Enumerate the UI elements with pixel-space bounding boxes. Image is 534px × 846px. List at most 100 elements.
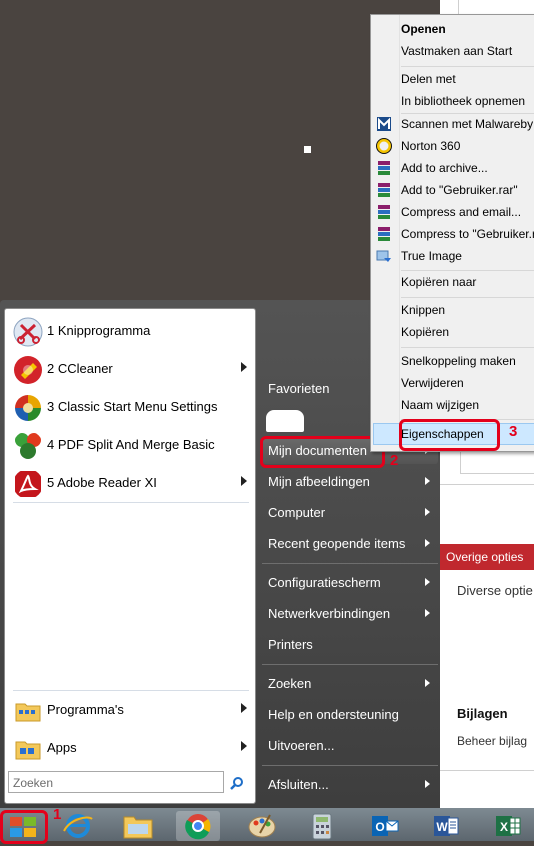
explorer-icon	[123, 816, 153, 839]
menu-item-kopieren[interactable]: Kopiëren	[401, 321, 449, 343]
item-label: Printers	[268, 637, 313, 652]
program-item-pdfsam[interactable]: 4 PDF Split And Merge Basic	[9, 427, 253, 463]
taskbar-chrome[interactable]	[176, 811, 220, 841]
divider	[262, 765, 438, 766]
user-picture	[266, 410, 304, 432]
menu-item-naam-wijzigen[interactable]: Naam wijzigen	[401, 394, 479, 416]
menu-item-compress-to[interactable]: Compress to "Gebruiker.r	[401, 223, 534, 245]
item-label: Zoeken	[268, 676, 312, 691]
program-item-classic-start-menu-settings[interactable]: 3 Classic Start Menu Settings	[9, 389, 253, 425]
divider	[440, 484, 534, 485]
item-label: Configuratiescherm	[268, 575, 381, 590]
internet-explorer-icon	[63, 814, 93, 838]
menu-item-delen-met[interactable]: Delen met	[401, 68, 456, 90]
attachments-text: Beheer bijlag	[457, 734, 528, 748]
ccleaner-icon	[14, 356, 42, 384]
taskbar-calculator[interactable]	[300, 811, 344, 841]
start-item-printers[interactable]: Printers	[262, 632, 438, 658]
menu-item-verwijderen[interactable]: Verwijderen	[401, 372, 464, 394]
submenu-arrow-icon	[425, 609, 430, 617]
divider	[13, 690, 249, 691]
start-item-computer[interactable]: Computer	[262, 500, 438, 526]
svg-text:O: O	[375, 820, 384, 834]
program-item-programmas[interactable]: Programma's	[9, 692, 253, 728]
start-item-afsluiten[interactable]: Afsluiten...	[262, 772, 438, 798]
start-item-help[interactable]: Help en ondersteuning	[262, 702, 438, 728]
taskbar-outlook[interactable]: O	[362, 811, 406, 841]
adobe-reader-icon	[15, 471, 41, 497]
start-item-uitvoeren[interactable]: Uitvoeren...	[262, 733, 438, 759]
program-label: 2 CCleaner	[47, 361, 113, 376]
taskbar-excel[interactable]: X	[486, 811, 530, 841]
item-label: Netwerkverbindingen	[268, 606, 391, 621]
program-label: 4 PDF Split And Merge Basic	[47, 437, 215, 452]
submenu-arrow-icon	[425, 539, 430, 547]
start-item-mijn-afbeeldingen[interactable]: Mijn afbeeldingen	[262, 469, 438, 495]
item-label: Recent geopende items	[268, 536, 406, 551]
context-menu: Openen Vastmaken aan Start Delen met In …	[370, 14, 534, 452]
item-label: Afsluiten...	[268, 777, 329, 792]
divider	[440, 770, 534, 771]
menu-item-add-to-rar[interactable]: Add to "Gebruiker.rar"	[401, 179, 518, 201]
winrar-icon	[378, 161, 390, 175]
calculator-icon	[312, 813, 332, 840]
divider	[262, 563, 438, 564]
submenu-arrow-icon	[425, 780, 430, 788]
malwarebytes-icon	[377, 117, 391, 131]
menu-item-bibliotheek[interactable]: In bibliotheek opnemen	[401, 90, 525, 112]
tab-overige-opties[interactable]: Overige opties	[440, 544, 534, 570]
item-label: Mijn afbeeldingen	[268, 474, 370, 489]
taskbar-internet-explorer[interactable]	[56, 811, 100, 841]
menu-item-snelkoppeling[interactable]: Snelkoppeling maken	[401, 350, 516, 372]
menu-item-compress-email[interactable]: Compress and email...	[401, 201, 521, 223]
start-item-configuratiescherm[interactable]: Configuratiescherm	[262, 570, 438, 596]
word-icon: W	[434, 816, 459, 836]
program-item-adobe-reader[interactable]: 5 Adobe Reader XI	[9, 465, 253, 501]
options-text: Diverse optie	[457, 583, 533, 598]
excel-icon: X	[496, 816, 521, 836]
divider	[262, 664, 438, 665]
menu-item-vastmaken[interactable]: Vastmaken aan Start	[401, 40, 512, 62]
item-label: Favorieten	[268, 381, 330, 396]
submenu-arrow-icon	[425, 578, 430, 586]
program-label: Apps	[47, 740, 77, 755]
item-label: Uitvoeren...	[268, 738, 335, 753]
menu-item-knippen[interactable]: Knippen	[401, 299, 445, 321]
icon-gutter	[399, 15, 400, 451]
annotation-box-3	[399, 419, 500, 451]
menu-item-kopieren-naar[interactable]: Kopiëren naar	[401, 271, 476, 293]
input-box[interactable]	[458, 0, 534, 15]
start-item-netwerkverbindingen[interactable]: Netwerkverbindingen	[262, 601, 438, 627]
start-item-zoeken[interactable]: Zoeken	[262, 671, 438, 697]
menu-item-true-image[interactable]: True Image	[401, 245, 462, 267]
program-label: 5 Adobe Reader XI	[47, 475, 157, 490]
submenu-arrow-icon	[241, 741, 247, 751]
taskbar-word[interactable]: W	[424, 811, 468, 841]
divider	[401, 347, 534, 348]
annotation-number-3: 3	[509, 423, 518, 440]
item-label: Help en ondersteuning	[268, 707, 399, 722]
submenu-arrow-icon	[241, 362, 247, 372]
program-item-apps[interactable]: Apps	[9, 730, 253, 766]
outlook-icon: O	[372, 816, 399, 836]
classic-shell-icon	[15, 395, 41, 421]
taskbar-explorer[interactable]	[116, 811, 160, 841]
annotation-number-2: 2	[390, 452, 399, 469]
program-item-knipprogramma[interactable]: 1 Knipprogramma	[9, 313, 253, 349]
menu-item-scannen[interactable]: Scannen met Malwareby	[401, 113, 533, 135]
program-item-ccleaner[interactable]: 2 CCleaner	[9, 351, 253, 387]
menu-item-add-archive[interactable]: Add to archive...	[401, 157, 488, 179]
program-label: 1 Knipprogramma	[47, 323, 151, 338]
attachments-heading: Bijlagen	[457, 706, 508, 721]
submenu-arrow-icon	[425, 679, 430, 687]
svg-text:X: X	[500, 820, 508, 834]
pdfsam-icon	[15, 433, 41, 459]
start-item-recent[interactable]: Recent geopende items	[262, 531, 438, 557]
paint-icon	[248, 814, 276, 838]
menu-item-norton[interactable]: Norton 360	[401, 135, 460, 157]
menu-item-openen[interactable]: Openen	[401, 18, 446, 40]
taskbar-paint[interactable]	[240, 811, 284, 841]
search-input[interactable]: Zoeken	[8, 771, 224, 793]
programs-folder-icon	[15, 703, 41, 722]
search-icon[interactable]	[230, 776, 244, 790]
